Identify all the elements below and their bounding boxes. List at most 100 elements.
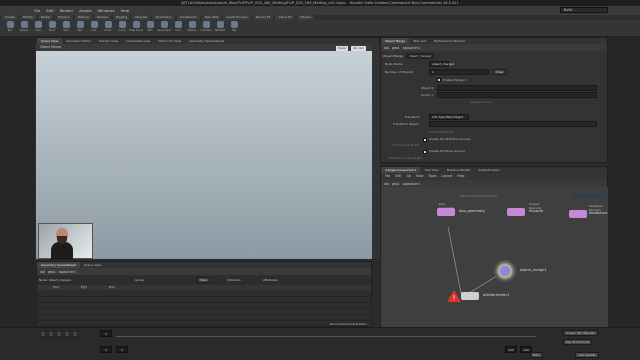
object1-label: Object 1 xyxy=(421,86,434,90)
pane-tab[interactable]: Asset Browser xyxy=(474,167,503,173)
shelf-tool[interactable]: Circle xyxy=(102,21,114,36)
shelf-tool[interactable]: Platonic xyxy=(186,21,198,36)
menu-item[interactable]: Edit xyxy=(46,8,53,13)
shelf-tool[interactable]: Curve xyxy=(116,21,128,36)
path-segment[interactable]: geo1 xyxy=(392,182,400,186)
pane-tab[interactable]: Take List xyxy=(409,38,430,44)
shelf-tool[interactable]: Tube xyxy=(32,21,44,36)
shelf-tool-label: File xyxy=(232,29,236,32)
play-button[interactable] xyxy=(56,331,62,337)
key-all-button[interactable]: Key All Channels xyxy=(563,339,593,345)
shelf-tool-label: Line xyxy=(91,29,97,32)
node-body[interactable] xyxy=(437,208,455,216)
shelf-tool[interactable]: File xyxy=(228,21,240,36)
shelf-tool[interactable]: Font xyxy=(172,21,184,36)
shelf-tool[interactable]: Draw Curve xyxy=(129,21,143,36)
shelf-tool-label: Font xyxy=(175,29,181,32)
expand-group-button[interactable]: Expand Group xyxy=(471,99,492,105)
spreadsheet-path: obj geo1 sopsolver1 xyxy=(37,268,371,275)
create-per-prim-label: Create Per-Primitive Groups xyxy=(429,137,471,141)
shelf-tool[interactable]: Metaball xyxy=(214,21,226,36)
jump-end-button[interactable] xyxy=(72,331,78,337)
create-prim-groups-checkbox[interactable] xyxy=(423,150,427,154)
path-segment[interactable]: geo1 xyxy=(48,270,56,274)
menu-item[interactable]: Assets xyxy=(79,8,91,13)
end-frame-input[interactable]: 240 xyxy=(505,346,517,353)
menu-item[interactable]: Render xyxy=(60,8,74,13)
shelf-tool[interactable]: Sphere xyxy=(18,21,30,36)
build-desktop-select[interactable]: Build xyxy=(560,7,608,13)
shelf-tool-icon xyxy=(118,21,126,28)
num-objects-input[interactable]: 1 xyxy=(429,69,489,75)
network-menu-item[interactable]: View xyxy=(416,173,424,180)
create-per-prim-checkbox[interactable] xyxy=(423,138,427,142)
path-segment[interactable]: obj xyxy=(40,270,45,274)
pane-tab[interactable]: Performance Monitor xyxy=(430,38,469,44)
pane-tab[interactable]: Scene View xyxy=(80,262,105,268)
node-name-field[interactable]: object_merge1 xyxy=(406,53,435,59)
shelf-tool-icon xyxy=(34,21,42,28)
object-merge-icon[interactable] xyxy=(494,260,516,282)
spreadsheet-view-select[interactable]: View xyxy=(197,277,210,283)
column-header: P[y] xyxy=(80,285,87,289)
shelf-tool-icon xyxy=(174,21,182,28)
menu-item[interactable]: Windows xyxy=(98,8,115,13)
transform-select[interactable]: Into Specified Object xyxy=(429,114,469,120)
pane-tab[interactable]: Object Merge xyxy=(381,38,410,44)
shelf-tool[interactable]: Spray Paint xyxy=(157,21,171,36)
table-row xyxy=(37,298,371,303)
node-label: impacts xyxy=(529,209,544,213)
path-segment[interactable]: geo1 xyxy=(392,46,400,50)
object1-input[interactable] xyxy=(437,85,597,91)
node-body[interactable] xyxy=(569,210,587,218)
right-toolbar xyxy=(608,37,640,327)
node-body[interactable] xyxy=(507,208,525,216)
network-menu-item[interactable]: Layout xyxy=(441,173,452,180)
network-menu-item[interactable]: Tools xyxy=(429,173,437,180)
step-forward-button[interactable] xyxy=(64,331,70,337)
enable-merge-checkbox[interactable] xyxy=(437,78,441,82)
viewport-display-toolbar xyxy=(372,44,380,259)
pane-tab[interactable]: Geometry Spreadsheet xyxy=(37,262,80,268)
node-name-input[interactable]: object_merge1 xyxy=(429,61,454,67)
auto-update-button[interactable]: Auto Update xyxy=(575,352,599,358)
path-segment[interactable]: obj xyxy=(384,46,389,50)
shelf-tool-label: Platonic xyxy=(187,29,197,32)
clear-button[interactable]: Clear xyxy=(493,69,507,75)
shelf-tool[interactable]: Box xyxy=(4,21,16,36)
jump-start-button[interactable] xyxy=(40,331,46,337)
group1-input[interactable] xyxy=(437,92,597,98)
shelf-tool-icon xyxy=(76,21,84,28)
main-toolbar-button[interactable]: Main xyxy=(530,352,543,358)
path-segment[interactable]: obj xyxy=(384,182,389,186)
network-canvas[interactable]: Non-Commercial Edition Dop Geometry dop_… xyxy=(381,187,609,330)
path-segment[interactable]: sopsolver1 xyxy=(59,270,76,274)
create-prim-groups-label: Create Primitive Groups xyxy=(429,149,465,153)
network-menu-item[interactable]: Help xyxy=(457,173,464,180)
shelf-tool[interactable]: Null xyxy=(74,21,86,36)
transform-object-input[interactable] xyxy=(429,121,597,127)
menu-item[interactable]: File xyxy=(34,8,40,13)
num-objects-label: Number of Objects xyxy=(385,70,414,74)
menu-item[interactable]: Help xyxy=(121,8,130,13)
shelf-tool[interactable]: L-System xyxy=(200,21,212,36)
network-menu-item[interactable]: Go xyxy=(407,173,411,180)
step-back-button[interactable] xyxy=(48,331,54,337)
start-input[interactable]: 1 xyxy=(100,346,112,353)
node-label: feedbacks xyxy=(589,211,608,215)
shelf-tool[interactable]: Line xyxy=(88,21,100,36)
shelf-tool-label: Spray Paint xyxy=(157,29,171,32)
shelf-tool[interactable]: Path xyxy=(144,21,156,36)
start-frame-input[interactable]: 1 xyxy=(116,346,128,353)
shelf-tool[interactable]: Grid xyxy=(60,21,72,36)
path-segment[interactable]: sopsolver1 xyxy=(403,182,420,186)
timeline-ruler[interactable] xyxy=(116,332,536,337)
spreadsheet-attributes[interactable]: Attributes xyxy=(263,278,278,282)
path-segment[interactable]: sopsolver1 xyxy=(403,46,420,50)
spreadsheet-intrinsics[interactable]: Intrinsics xyxy=(227,278,241,282)
network-menu-item[interactable]: Edit xyxy=(395,173,401,180)
shelf-tool[interactable]: Torus xyxy=(46,21,58,36)
current-frame-input[interactable]: 1 xyxy=(100,330,112,337)
node-body[interactable] xyxy=(461,292,479,300)
network-menu-item[interactable]: File xyxy=(385,173,390,180)
